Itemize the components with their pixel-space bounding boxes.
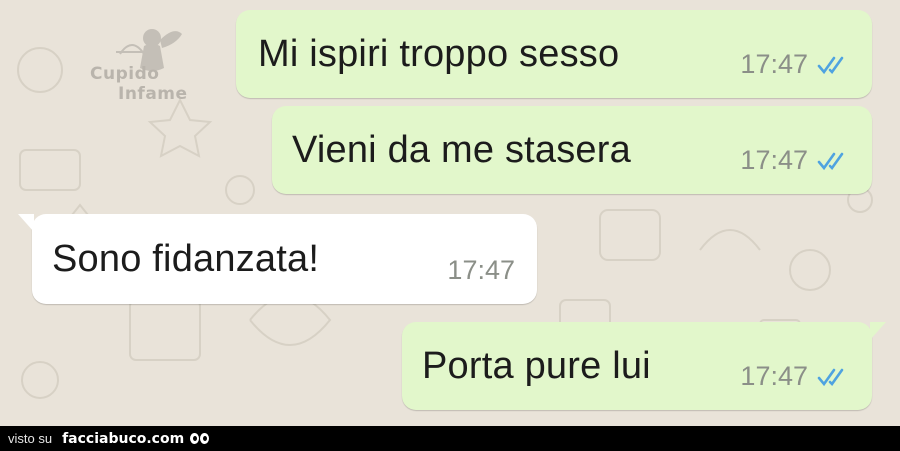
watermark-line1: Cupido xyxy=(90,64,160,84)
footer-site-link[interactable]: facciabuco.com xyxy=(62,431,184,447)
double-check-icon xyxy=(816,367,850,387)
footer-bar: visto su facciabuco.com xyxy=(0,426,900,451)
bubble-tail xyxy=(18,214,34,232)
message-meta: 17:47 xyxy=(447,255,515,286)
message-incoming[interactable]: Sono fidanzata! 17:47 xyxy=(18,214,537,304)
message-outgoing[interactable]: Vieni da me stasera 17:47 xyxy=(272,106,872,194)
footer-prefix: visto su xyxy=(8,431,53,446)
watermark-logo: Cupido Infame xyxy=(88,22,188,112)
message-text: Mi ispiri troppo sesso xyxy=(258,32,620,75)
message-time: 17:47 xyxy=(740,361,808,391)
message-outgoing[interactable]: Porta pure lui 17:47 xyxy=(402,322,886,410)
message-meta: 17:47 xyxy=(740,145,850,176)
eyes-icon xyxy=(190,433,210,444)
message-text: Vieni da me stasera xyxy=(292,128,631,171)
message-time: 17:47 xyxy=(740,49,808,79)
watermark-line2: Infame xyxy=(118,84,188,104)
message-time: 17:47 xyxy=(740,145,808,175)
message-text: Sono fidanzata! xyxy=(52,237,320,280)
message-meta: 17:47 xyxy=(740,49,850,80)
double-check-icon xyxy=(816,55,850,75)
message-time: 17:47 xyxy=(447,255,515,285)
bubble-tail xyxy=(870,322,886,340)
chat-area: Cupido Infame Mi ispiri troppo sesso 17:… xyxy=(0,0,900,426)
double-check-icon xyxy=(816,151,850,171)
message-meta: 17:47 xyxy=(740,361,850,392)
message-text: Porta pure lui xyxy=(422,344,651,387)
message-outgoing[interactable]: Mi ispiri troppo sesso 17:47 xyxy=(236,10,872,98)
